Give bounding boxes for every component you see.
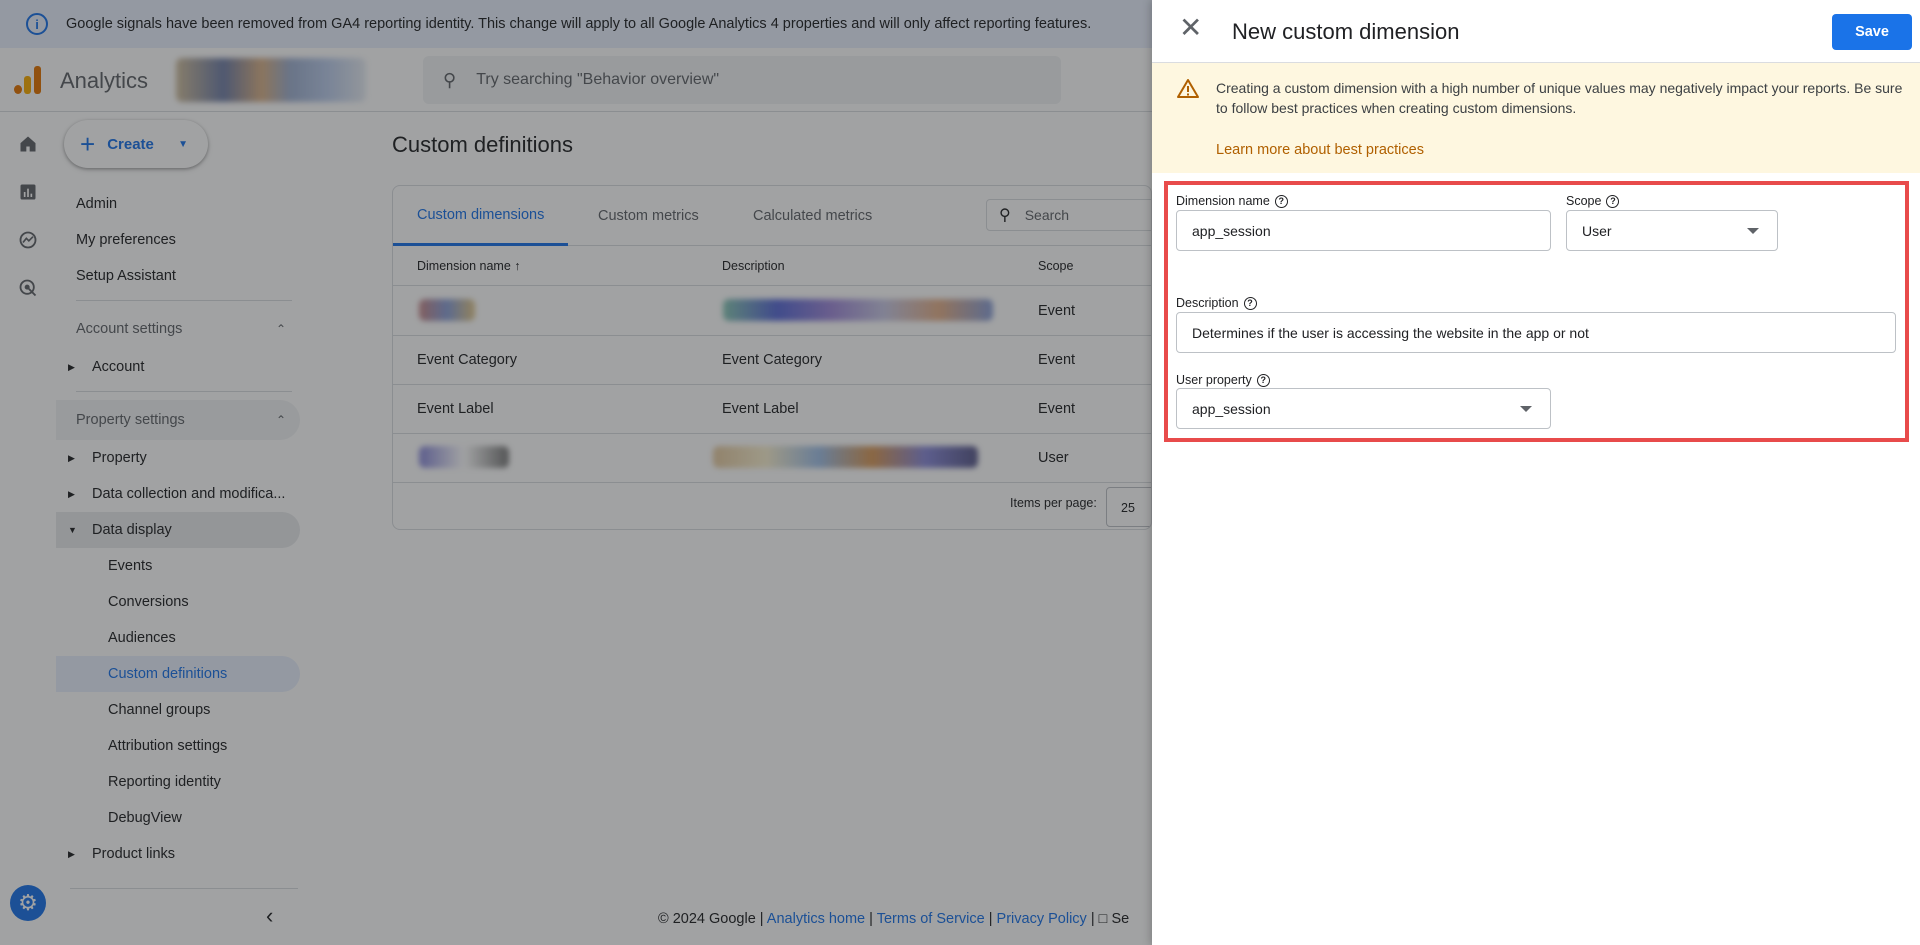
save-button[interactable]: Save [1832, 14, 1912, 50]
panel-header: ✕ New custom dimension Save [1152, 0, 1920, 63]
dropdown-arrow-icon [1747, 228, 1759, 234]
help-icon[interactable]: ? [1243, 296, 1257, 310]
panel-title: New custom dimension [1232, 19, 1460, 44]
scope-label: Scope ? [1566, 194, 1620, 208]
dropdown-arrow-icon [1520, 406, 1532, 412]
warning-text: Creating a custom dimension with a high … [1216, 80, 1903, 116]
best-practices-link[interactable]: Learn more about best practices [1216, 142, 1424, 158]
new-custom-dimension-panel: ✕ New custom dimension Save Creating a c… [1152, 0, 1920, 945]
warning-box: Creating a custom dimension with a high … [1152, 63, 1920, 173]
description-input[interactable]: Determines if the user is accessing the … [1176, 312, 1896, 353]
dimension-name-label: Dimension name ? [1176, 194, 1288, 208]
scope-select[interactable]: User [1566, 210, 1778, 251]
help-icon[interactable]: ? [1606, 194, 1620, 208]
warning-icon [1177, 79, 1199, 98]
user-property-label: User property ? [1176, 373, 1270, 387]
help-icon[interactable]: ? [1274, 194, 1288, 208]
user-property-select[interactable]: app_session [1176, 388, 1551, 429]
help-icon[interactable]: ? [1256, 373, 1270, 387]
description-label: Description ? [1176, 296, 1257, 310]
close-icon[interactable]: ✕ [1179, 14, 1202, 42]
dimension-name-input[interactable]: app_session [1176, 210, 1551, 251]
modal-scrim[interactable] [0, 0, 1152, 945]
